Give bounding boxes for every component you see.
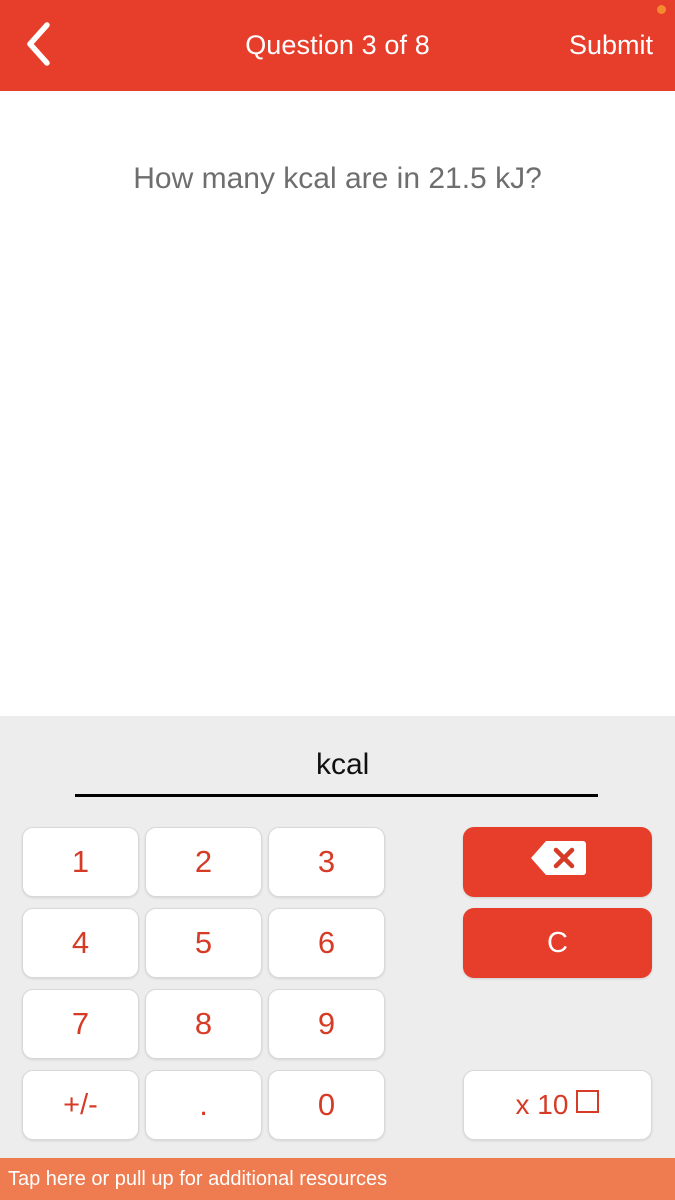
key-4[interactable]: 4 (22, 908, 139, 978)
resources-banner[interactable]: Tap here or pull up for additional resou… (0, 1158, 675, 1200)
answer-underline (75, 794, 598, 797)
backspace-button[interactable] (463, 827, 652, 897)
key-sign[interactable]: +/- (22, 1070, 139, 1140)
key-6[interactable]: 6 (268, 908, 385, 978)
answer-unit-label: kcal (316, 748, 370, 781)
backspace-delete-icon (529, 838, 587, 886)
key-9[interactable]: 9 (268, 989, 385, 1059)
key-7[interactable]: 7 (22, 989, 139, 1059)
question-area: How many kcal are in 21.5 kJ? (0, 91, 675, 716)
status-dot-indicator (657, 5, 666, 14)
key-decimal[interactable]: . (145, 1070, 262, 1140)
question-text: How many kcal are in 21.5 kJ? (133, 162, 542, 195)
key-3[interactable]: 3 (268, 827, 385, 897)
keypad-panel: kcal 1 2 3 4 5 6 7 8 9 +/- . 0 C x 10 (0, 716, 675, 1158)
app-header: Question 3 of 8 Submit (0, 0, 675, 91)
exponent-label: x 10 (515, 1089, 569, 1120)
key-5[interactable]: 5 (145, 908, 262, 978)
key-0[interactable]: 0 (268, 1070, 385, 1140)
key-8[interactable]: 8 (145, 989, 262, 1059)
exponent-button[interactable]: x 10 (463, 1070, 652, 1140)
submit-button[interactable]: Submit (565, 0, 657, 91)
exponent-placeholder-box (576, 1090, 600, 1113)
answer-input-row: kcal (0, 716, 675, 816)
clear-button[interactable]: C (463, 908, 652, 978)
key-1[interactable]: 1 (22, 827, 139, 897)
key-2[interactable]: 2 (145, 827, 262, 897)
app-screen: Question 3 of 8 Submit How many kcal are… (0, 0, 675, 1200)
resources-banner-text: Tap here or pull up for additional resou… (8, 1167, 388, 1190)
